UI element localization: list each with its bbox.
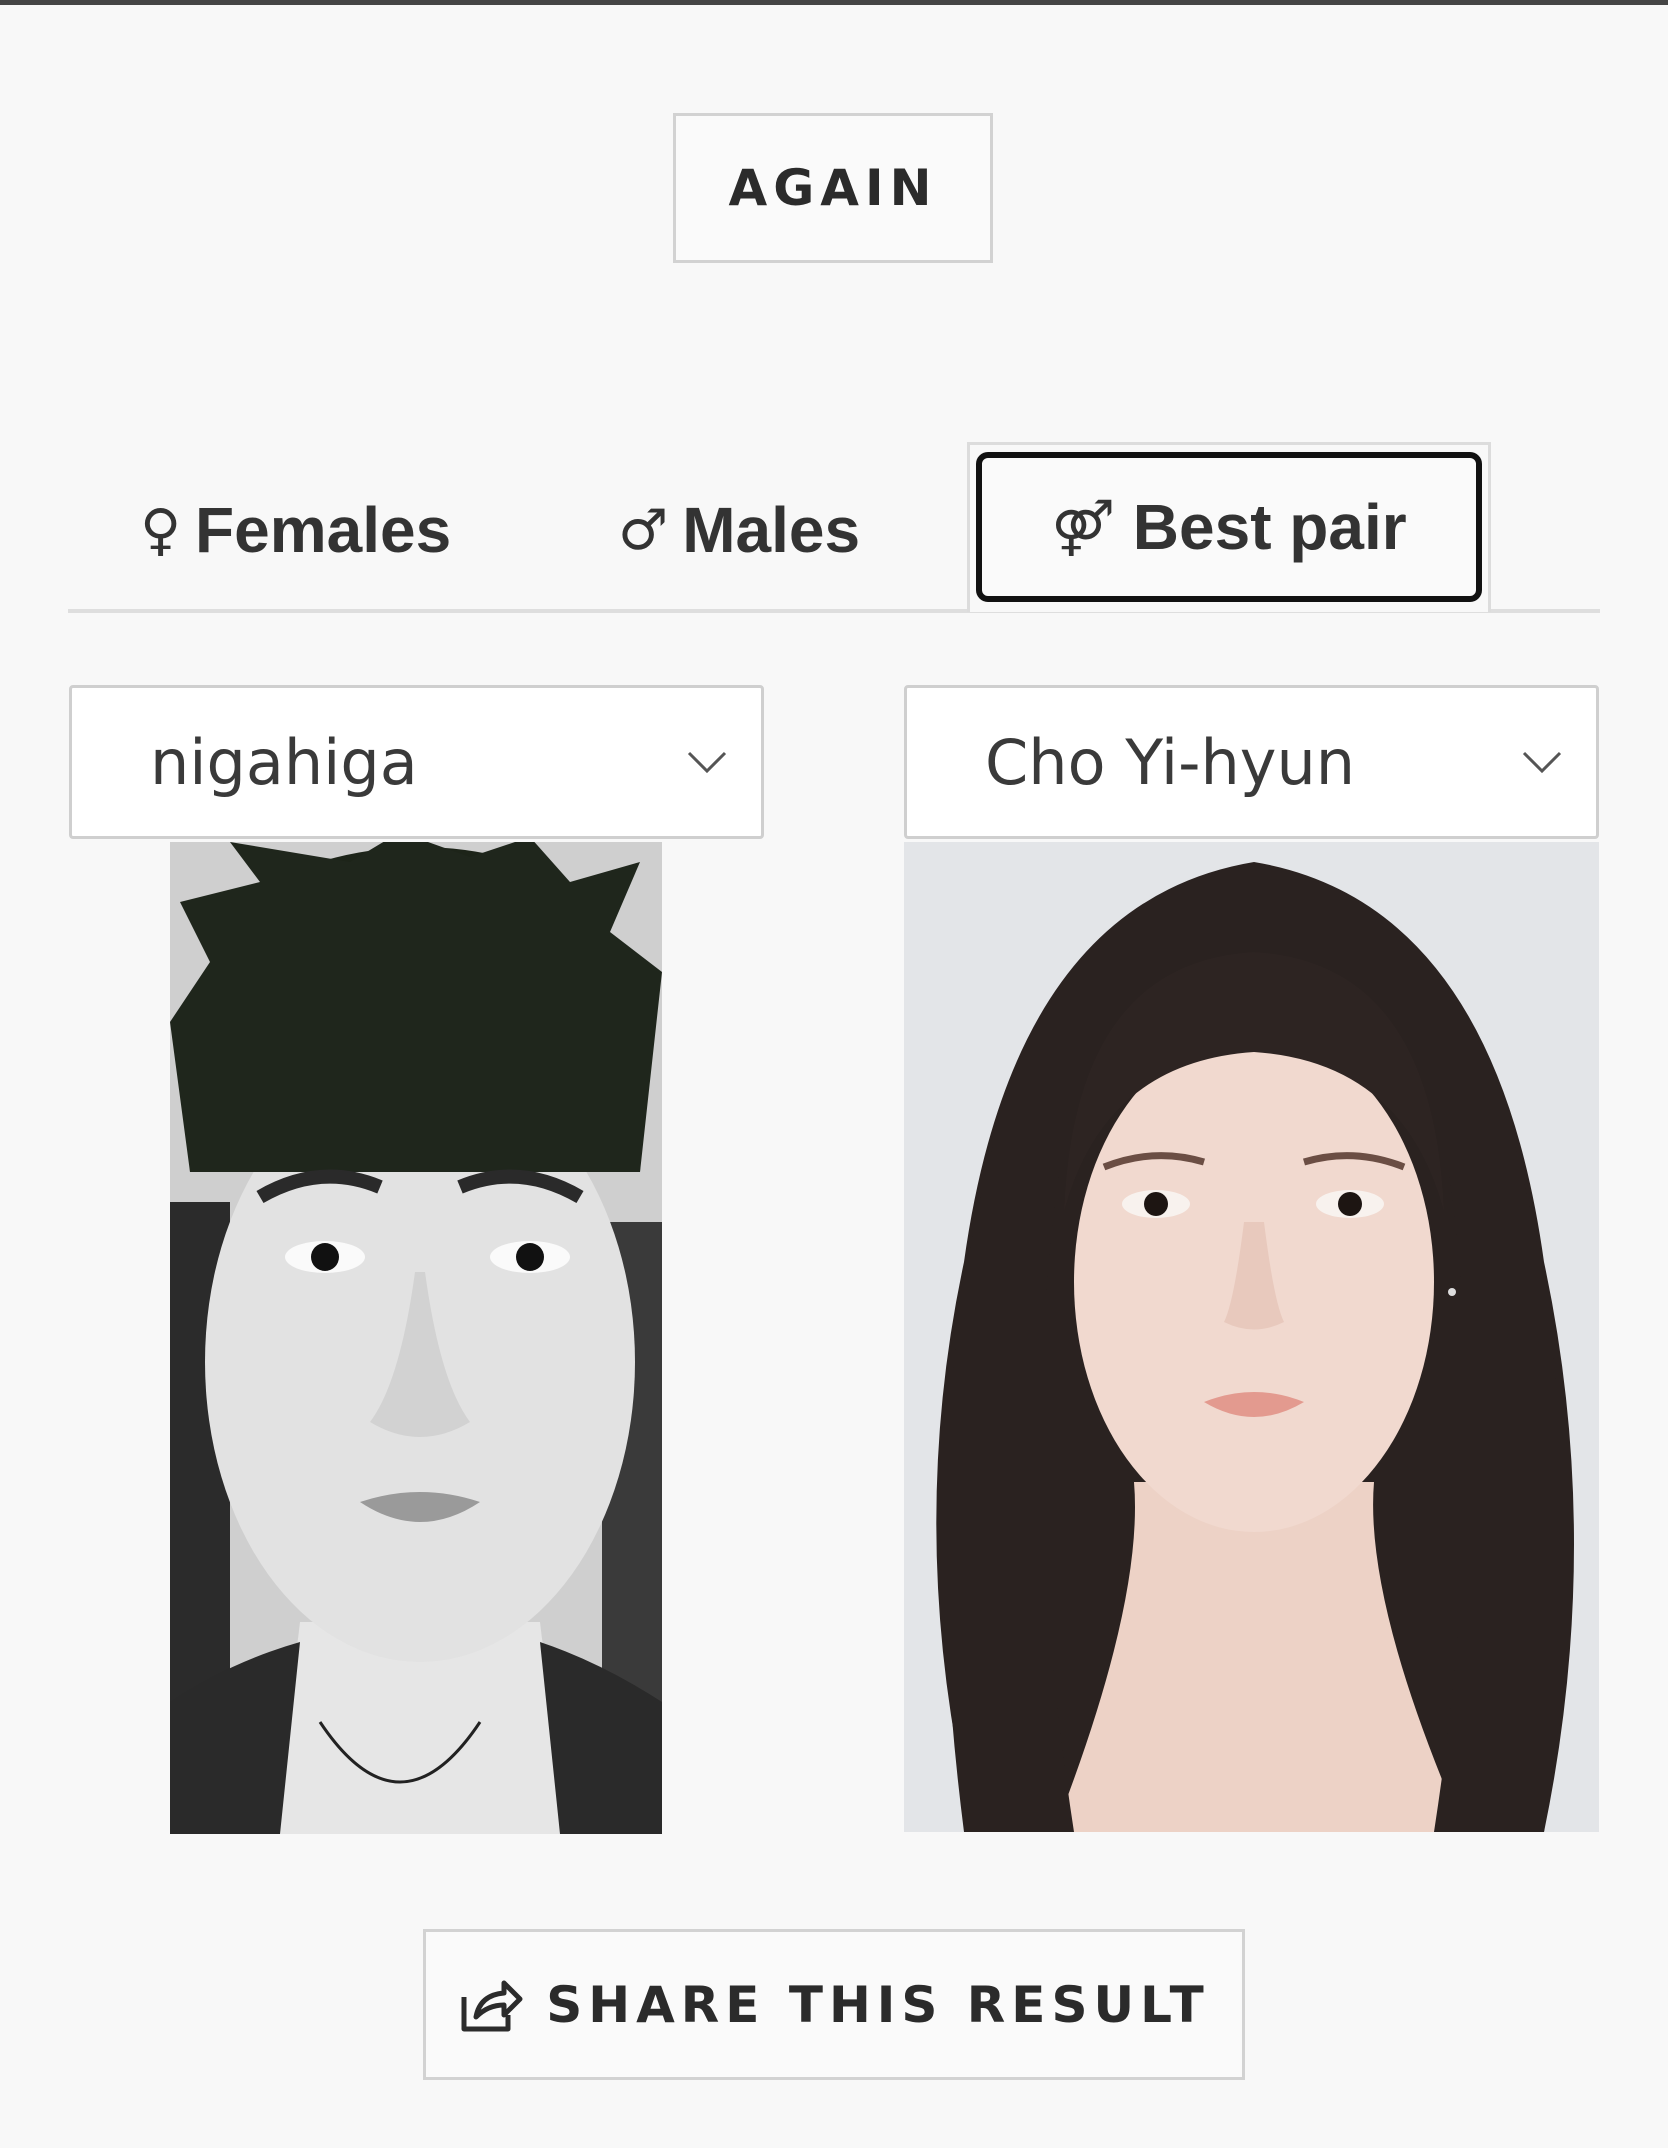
- left-person-select[interactable]: nigahiga: [69, 685, 764, 839]
- again-button[interactable]: AGAIN: [673, 113, 993, 263]
- chevron-down-icon: [1522, 751, 1562, 774]
- tab-males-label: Males: [682, 494, 861, 566]
- tab-females[interactable]: ♀ Females: [140, 470, 451, 590]
- share-result-button[interactable]: SHARE THIS RESULT: [423, 1929, 1245, 2080]
- male-icon: ♂: [618, 497, 669, 563]
- tab-best-pair-label: Best pair: [1132, 491, 1407, 563]
- right-person-value: Cho Yi-hyun: [985, 725, 1356, 799]
- left-person-photo: [170, 842, 662, 1834]
- left-person-value: nigahiga: [150, 725, 418, 799]
- right-person-photo: [904, 842, 1599, 1832]
- share-icon: [461, 1980, 523, 2031]
- tab-best-pair[interactable]: ⚤ Best pair: [976, 452, 1482, 602]
- right-person-select[interactable]: Cho Yi-hyun: [904, 685, 1599, 839]
- top-divider: [0, 0, 1668, 5]
- chevron-down-icon: [687, 751, 727, 774]
- pair-icon: ⚤: [1051, 495, 1115, 559]
- share-result-label: SHARE THIS RESULT: [546, 1975, 1210, 2034]
- tab-females-label: Females: [195, 494, 452, 566]
- female-icon: ♀: [140, 497, 182, 563]
- tab-males[interactable]: ♂ Males: [618, 470, 860, 590]
